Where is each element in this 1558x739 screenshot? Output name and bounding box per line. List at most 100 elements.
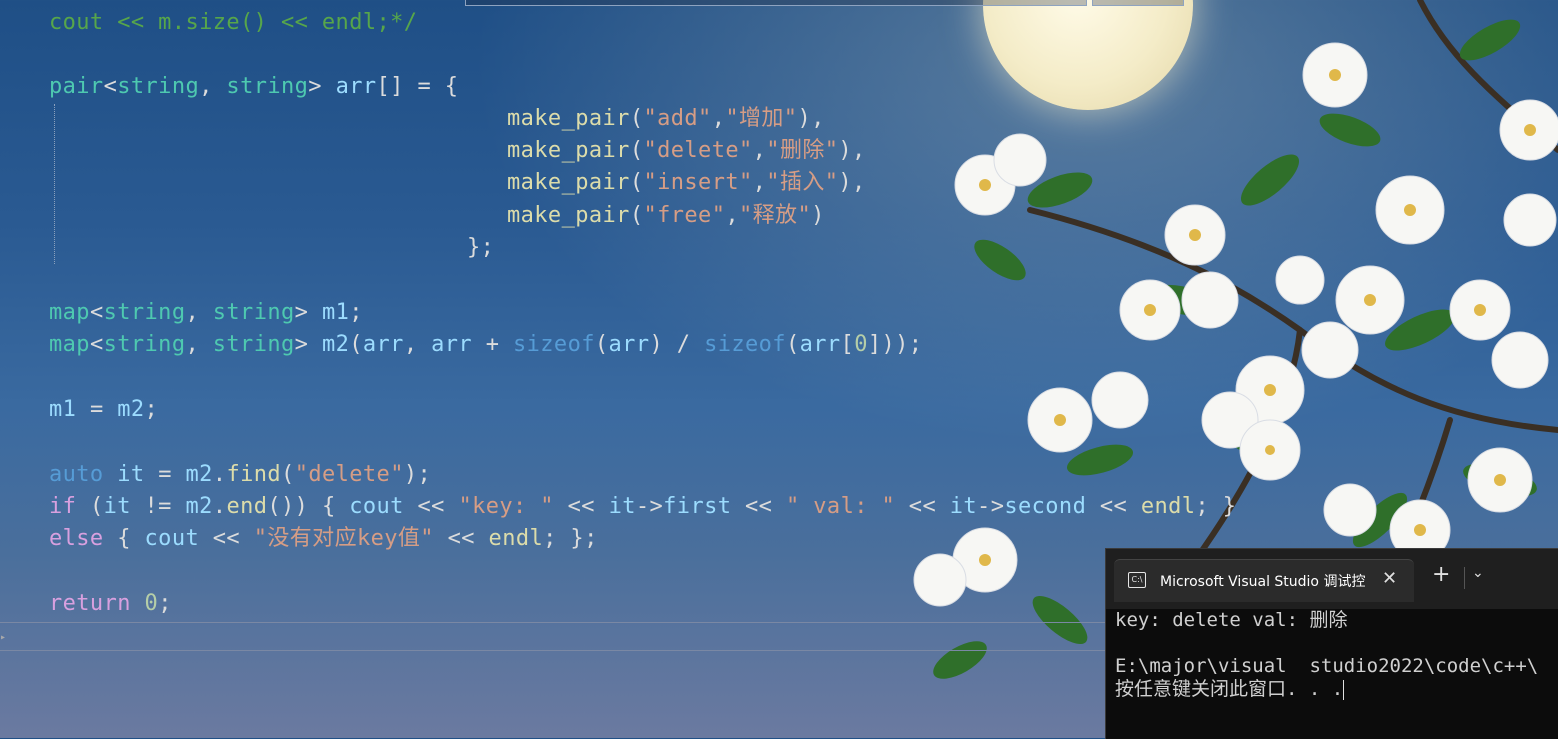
code-token: ,: [199, 74, 227, 99]
code-line[interactable]: auto it = m2.find("delete");: [49, 459, 431, 491]
code-token: <: [89, 332, 104, 357]
code-token: "删除": [766, 138, 839, 163]
code-token: arr: [362, 332, 404, 357]
code-token: string: [212, 300, 295, 325]
code-token: 0: [854, 332, 868, 357]
code-token: <<: [403, 494, 459, 519]
code-token: "增加": [725, 106, 798, 131]
code-token: endl: [488, 526, 544, 551]
terminal-tab-bar: C:\ Microsoft Visual Studio 调试控 ✕ + ⌄: [1106, 549, 1558, 609]
code-token: cout: [349, 494, 404, 519]
code-token: ,: [185, 332, 213, 357]
code-token: ]));: [867, 332, 923, 357]
code-token: =: [76, 397, 118, 422]
code-token: map: [49, 300, 90, 325]
code-token: it: [103, 494, 131, 519]
code-token: m2: [117, 397, 145, 422]
code-token: ;: [158, 591, 172, 616]
code-line[interactable]: map<string, string> m1;: [49, 297, 363, 329]
code-token: ),: [838, 138, 866, 163]
code-token: make_pair: [507, 203, 630, 228]
code-token: arr: [608, 332, 650, 357]
code-token: <: [89, 300, 104, 325]
code-line[interactable]: map<string, string> m2(arr, arr + sizeof…: [49, 329, 922, 361]
code-token: "没有对应key值": [253, 526, 434, 551]
code-token: second: [1004, 494, 1087, 519]
code-token: ; }: [1195, 494, 1237, 519]
code-token: (: [629, 170, 644, 195]
code-token: string: [103, 300, 186, 325]
code-token: 0: [144, 591, 159, 616]
code-line[interactable]: make_pair("free","释放"): [507, 200, 825, 232]
code-token: ,: [752, 138, 767, 163]
code-token: ->: [635, 494, 664, 519]
code-token: +: [472, 332, 513, 357]
terminal-output-line: key: delete val: 删除: [1115, 609, 1348, 631]
code-token: m2: [321, 332, 350, 357]
code-token: "insert": [643, 170, 753, 195]
code-token: cout << m.size() << endl;*/: [49, 10, 418, 35]
code-token: ,: [725, 203, 739, 228]
line-caret-marker: ▸: [0, 632, 7, 643]
code-token: <<: [1086, 494, 1141, 519]
code-token: string: [212, 332, 295, 357]
new-tab-button[interactable]: +: [1432, 564, 1450, 586]
code-token: string: [226, 74, 309, 99]
terminal-tab-title: Microsoft Visual Studio 调试控: [1160, 574, 1366, 590]
code-line[interactable]: if (it != m2.end()) { cout << "key: " <<…: [49, 491, 1236, 523]
code-line[interactable]: return 0;: [49, 588, 172, 620]
code-token: it: [949, 494, 978, 519]
code-token: "插入": [766, 170, 839, 195]
code-token: endl: [1140, 494, 1196, 519]
code-token: .: [212, 494, 227, 519]
code-line[interactable]: else { cout << "没有对应key值" << endl; };: [49, 523, 598, 555]
code-token: "delete": [294, 462, 404, 487]
code-token: end: [226, 494, 268, 519]
tab-separator: [1464, 567, 1465, 589]
indent-guide: [54, 104, 55, 264]
code-token: arr: [431, 332, 473, 357]
code-token: [: [840, 332, 855, 357]
code-token: .: [212, 462, 227, 487]
code-token: make_pair: [507, 138, 630, 163]
debug-console-window[interactable]: C:\ Microsoft Visual Studio 调试控 ✕ + ⌄ ke…: [1105, 548, 1558, 739]
code-token: <<: [199, 526, 254, 551]
code-token: ),: [797, 106, 825, 131]
code-line[interactable]: };: [467, 232, 494, 264]
code-line[interactable]: make_pair("delete","删除"),: [507, 135, 866, 167]
code-token: auto: [49, 462, 104, 487]
code-token: (: [594, 332, 609, 357]
code-token: find: [226, 462, 282, 487]
text-cursor: [1343, 679, 1345, 700]
code-token: ; };: [543, 526, 598, 551]
chevron-down-icon[interactable]: ⌄: [1472, 565, 1484, 581]
code-token: (: [349, 332, 363, 357]
code-token: {: [103, 526, 145, 551]
close-tab-icon[interactable]: ✕: [1382, 568, 1397, 589]
code-token: "释放": [739, 203, 812, 228]
code-line[interactable]: make_pair("add","增加"),: [507, 103, 825, 135]
code-line[interactable]: pair<string, string> arr[] = {: [49, 71, 458, 103]
code-token: make_pair: [507, 170, 630, 195]
code-line[interactable]: cout << m.size() << endl;*/: [49, 7, 417, 39]
code-token: <<: [433, 526, 489, 551]
code-token: ,: [403, 332, 432, 357]
code-token: make_pair: [507, 106, 630, 131]
current-line-bottom-border: [0, 650, 1105, 651]
code-token: it: [117, 462, 145, 487]
code-token: >: [308, 74, 336, 99]
code-token: (: [629, 106, 644, 131]
code-token: sizeof: [513, 332, 595, 357]
code-token: ,: [711, 106, 726, 131]
code-token: ;: [349, 300, 363, 325]
code-token: ;: [144, 397, 159, 422]
code-token: <: [103, 74, 118, 99]
code-token: (: [629, 138, 644, 163]
code-token: "key: ": [458, 494, 554, 519]
code-token: m2: [185, 494, 213, 519]
code-line[interactable]: make_pair("insert","插入"),: [507, 167, 866, 199]
terminal-tab[interactable]: C:\ Microsoft Visual Studio 调试控 ✕: [1114, 559, 1414, 602]
code-line[interactable]: m1 = m2;: [49, 394, 158, 426]
current-line-top-border: [0, 622, 1105, 623]
